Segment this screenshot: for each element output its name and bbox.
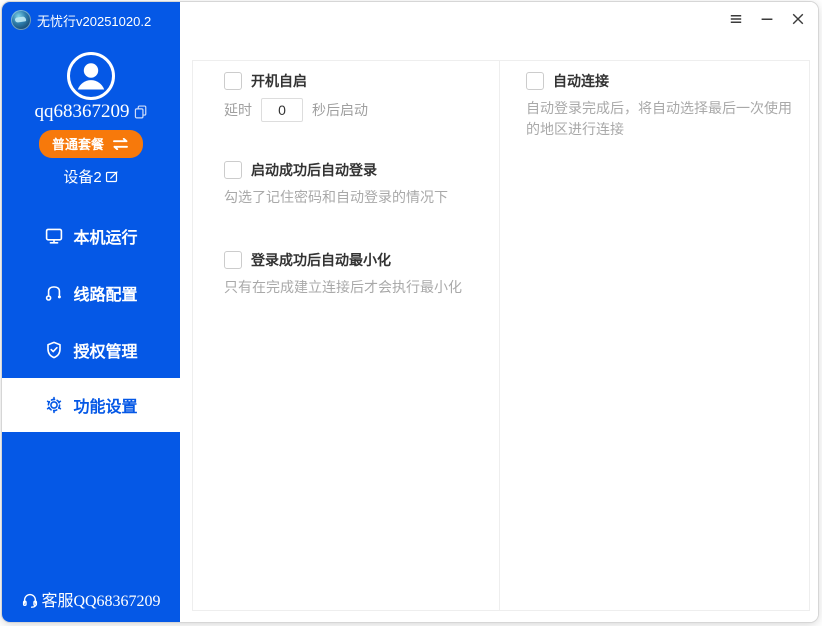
monitor-icon: [44, 226, 64, 246]
sidebar-item-label: 授权管理: [73, 338, 137, 362]
delay-seconds-input[interactable]: [261, 98, 303, 122]
main-area: 开机自启 延时 秒后启动 启动成功后自动登录 勾选了记住密码和自动登录的情况下: [180, 2, 818, 622]
swap-arrows-icon: [111, 138, 130, 150]
account-name: qq68367209: [35, 101, 130, 122]
close-icon: [790, 11, 806, 27]
plan-switch-button[interactable]: 普通套餐: [39, 130, 143, 158]
user-avatar-icon: [66, 51, 116, 101]
support-label: 客服QQ68367209: [41, 593, 160, 610]
sidebar-item-label: 线路配置: [73, 281, 137, 305]
setting-label: 自动连接: [553, 71, 609, 91]
route-icon: [44, 283, 64, 303]
setting-label: 登录成功后自动最小化: [251, 250, 391, 270]
setting-auto-connect: 自动连接 自动登录完成后，将自动选择最后一次使用的地区进行连接: [526, 71, 795, 140]
sidebar-item-authorization[interactable]: 授权管理: [2, 321, 180, 378]
window-controls: [727, 10, 807, 28]
sidebar-item-local-run[interactable]: 本机运行: [2, 207, 180, 264]
sidebar-item-settings[interactable]: 功能设置: [2, 378, 180, 432]
delay-row: 延时 秒后启动: [224, 98, 481, 122]
headset-icon: [21, 591, 39, 609]
sidebar-item-route-config[interactable]: 线路配置: [2, 264, 180, 321]
shield-check-icon: [44, 340, 64, 360]
device-row: 设备2: [2, 166, 180, 187]
sidebar-item-label: 功能设置: [73, 393, 137, 417]
setting-auto-start: 开机自启 延时 秒后启动: [224, 71, 481, 122]
copy-icon[interactable]: [133, 104, 148, 119]
account-row: qq68367209: [2, 101, 180, 123]
setting-auto-minimize: 登录成功后自动最小化 只有在完成建立连接后才会执行最小化: [224, 250, 481, 298]
gear-icon: [44, 395, 64, 415]
hamburger-menu-icon: [728, 11, 744, 27]
setting-auto-login: 启动成功后自动登录 勾选了记住密码和自动登录的情况下: [224, 160, 481, 208]
setting-description: 自动登录完成后，将自动选择最后一次使用的地区进行连接: [526, 98, 795, 140]
app-logo-icon: [11, 10, 31, 30]
auto-connect-checkbox[interactable]: [526, 72, 544, 90]
menu-button[interactable]: [727, 10, 745, 28]
sidebar: 无忧行v20251020.2 qq68367209 普通套餐 设备2: [2, 2, 180, 622]
setting-label: 开机自启: [251, 71, 307, 91]
minimize-icon: [759, 11, 775, 27]
settings-column-left: 开机自启 延时 秒后启动 启动成功后自动登录 勾选了记住密码和自动登录的情况下: [193, 61, 500, 610]
close-button[interactable]: [789, 10, 807, 28]
setting-label: 启动成功后自动登录: [251, 160, 377, 180]
setting-description: 只有在完成建立连接后才会执行最小化: [224, 277, 481, 298]
auto-start-checkbox[interactable]: [224, 72, 242, 90]
minimize-button[interactable]: [758, 10, 776, 28]
edit-icon[interactable]: [104, 169, 119, 184]
auto-minimize-checkbox[interactable]: [224, 251, 242, 269]
app-window: 无忧行v20251020.2 qq68367209 普通套餐 设备2: [2, 2, 818, 622]
sidebar-nav: 本机运行 线路配置 授权管理: [2, 207, 180, 432]
plan-label: 普通套餐: [52, 134, 104, 153]
sidebar-item-label: 本机运行: [73, 224, 137, 248]
delay-prefix: 延时: [224, 100, 252, 120]
support-contact[interactable]: 客服QQ68367209: [2, 587, 180, 611]
delay-suffix: 秒后启动: [312, 100, 368, 120]
device-label: 设备2: [63, 169, 101, 186]
settings-panel: 开机自启 延时 秒后启动 启动成功后自动登录 勾选了记住密码和自动登录的情况下: [192, 60, 810, 611]
settings-column-right: 自动连接 自动登录完成后，将自动选择最后一次使用的地区进行连接: [501, 61, 809, 610]
auto-login-checkbox[interactable]: [224, 161, 242, 179]
app-title-bar: 无忧行v20251020.2: [11, 10, 151, 30]
setting-description: 勾选了记住密码和自动登录的情况下: [224, 187, 481, 208]
app-title: 无忧行v20251020.2: [37, 11, 151, 30]
avatar: [66, 51, 116, 106]
